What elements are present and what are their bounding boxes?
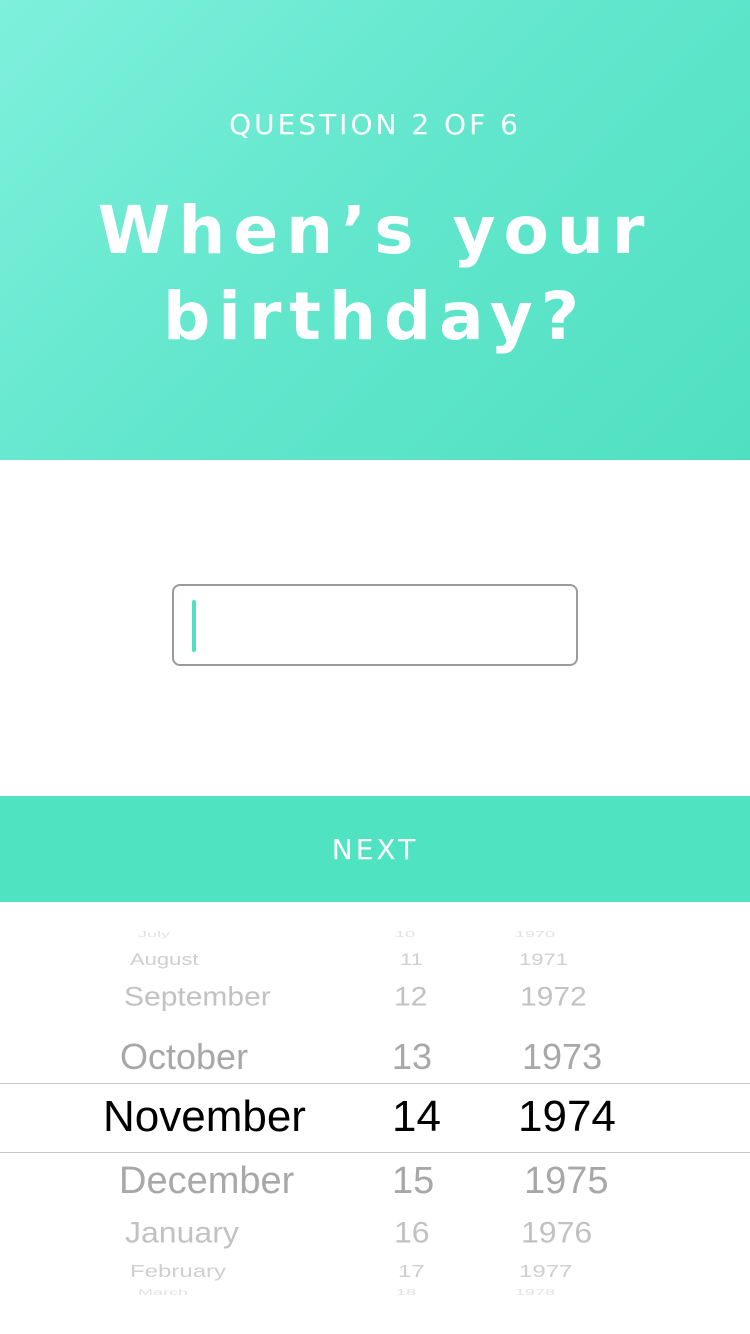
question-title-line-2: birthday? <box>162 278 587 355</box>
picker-month[interactable]: August <box>130 950 199 970</box>
picker-day[interactable]: 10 <box>395 930 415 939</box>
picker-month[interactable]: March <box>138 1288 188 1297</box>
picker-year[interactable]: 1972 <box>520 982 587 1013</box>
picker-day[interactable]: 13 <box>392 1036 432 1078</box>
picker-year[interactable]: 1976 <box>521 1216 592 1250</box>
picker-row[interactable]: July 10 1970 <box>0 930 750 939</box>
text-caret <box>192 600 196 652</box>
picker-month[interactable]: February <box>130 1262 226 1282</box>
question-header: QUESTION 2 OF 6 When’s your birthday? <box>0 0 750 460</box>
picker-day[interactable]: 15 <box>392 1160 434 1203</box>
picker-month[interactable]: September <box>124 982 271 1013</box>
picker-year[interactable]: 1971 <box>519 950 568 970</box>
picker-month[interactable]: July <box>138 930 170 939</box>
picker-year[interactable]: 1975 <box>524 1160 609 1203</box>
picker-day[interactable]: 17 <box>398 1262 425 1282</box>
picker-month-selected[interactable]: November <box>103 1092 306 1142</box>
picker-month[interactable]: January <box>125 1216 239 1250</box>
next-button-label: NEXT <box>331 832 419 866</box>
selection-bottom-divider <box>0 1152 750 1153</box>
picker-day[interactable]: 16 <box>394 1216 430 1250</box>
picker-year[interactable]: 1970 <box>515 930 555 939</box>
picker-year[interactable]: 1977 <box>519 1262 572 1282</box>
picker-day[interactable]: 12 <box>394 982 427 1013</box>
picker-year-selected[interactable]: 1974 <box>518 1092 616 1142</box>
next-button[interactable]: NEXT <box>0 796 750 902</box>
question-counter: QUESTION 2 OF 6 <box>229 108 521 141</box>
picker-month[interactable]: December <box>119 1160 294 1203</box>
picker-year[interactable]: 1978 <box>515 1288 555 1297</box>
picker-day[interactable]: 11 <box>400 950 423 970</box>
picker-day[interactable]: 18 <box>396 1288 416 1297</box>
picker-month[interactable]: October <box>120 1036 248 1078</box>
question-title-line-1: When’s your <box>97 192 653 269</box>
date-picker[interactable]: July 10 1970 August 11 1971 September 12… <box>0 902 750 1334</box>
picker-year[interactable]: 1973 <box>522 1036 602 1078</box>
birthday-input[interactable] <box>172 584 578 666</box>
selection-top-divider <box>0 1083 750 1084</box>
picker-day-selected[interactable]: 14 <box>392 1092 441 1142</box>
question-title: When’s your birthday? <box>0 188 750 360</box>
